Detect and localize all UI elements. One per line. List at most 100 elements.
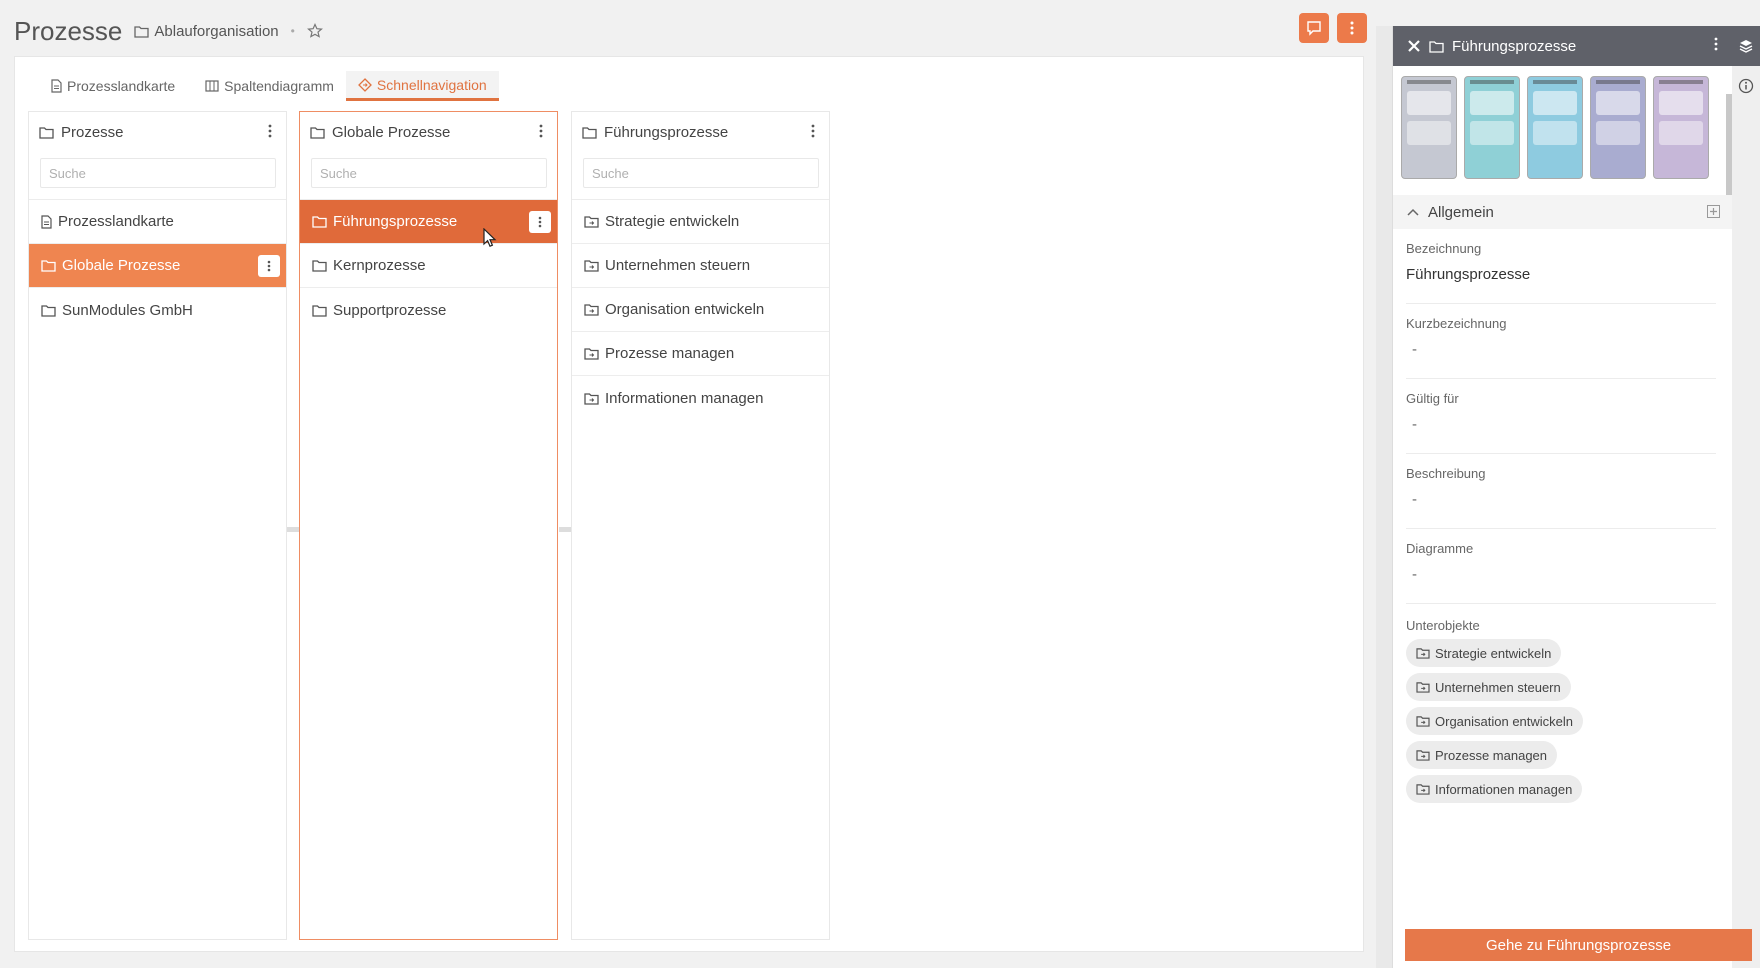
kebab-icon bbox=[267, 260, 271, 272]
chevron-up-icon bbox=[1407, 208, 1419, 216]
kebab-icon bbox=[538, 216, 542, 228]
list-item[interactable]: Prozesslandkarte bbox=[29, 200, 286, 244]
folder-icon bbox=[134, 25, 150, 38]
item-label: SunModules GmbH bbox=[62, 301, 193, 319]
process-folder-icon bbox=[584, 259, 599, 272]
subobject-chip[interactable]: Strategie entwickeln bbox=[1406, 639, 1562, 667]
column-title: Führungsprozesse bbox=[604, 123, 729, 141]
kebab-icon bbox=[1350, 21, 1354, 35]
list-item[interactable]: Prozesse managen bbox=[572, 332, 829, 376]
tab-label: Prozesslandkarte bbox=[67, 78, 176, 94]
kebab-icon[interactable] bbox=[1714, 37, 1718, 51]
tab-label: Spaltendiagramm bbox=[224, 78, 334, 94]
comment-icon bbox=[1306, 20, 1322, 36]
subobjects-list: Strategie entwickeln Unternehmen steuern… bbox=[1406, 639, 1732, 809]
field-label: Diagramme bbox=[1406, 541, 1474, 556]
item-menu-button[interactable] bbox=[258, 255, 280, 277]
field-bezeichnung: Bezeichnung Führungsprozesse bbox=[1406, 229, 1716, 304]
column-fuehrungsprozesse: Führungsprozesse Strategie entwickeln Un… bbox=[571, 111, 830, 940]
field-gueltig-fuer: Gültig für - bbox=[1406, 379, 1716, 454]
subobject-chip[interactable]: Organisation entwickeln bbox=[1406, 707, 1584, 735]
item-label: Unternehmen steuern bbox=[605, 257, 751, 274]
tab-spaltendiagramm[interactable]: Spaltendiagramm bbox=[187, 71, 346, 101]
diagram-thumbnail[interactable] bbox=[1653, 76, 1709, 179]
kebab-icon[interactable] bbox=[268, 124, 272, 138]
field-label: Kurzbezeichnung bbox=[1406, 316, 1507, 331]
document-icon bbox=[51, 79, 62, 93]
process-folder-icon bbox=[1416, 647, 1430, 659]
diamond-icon bbox=[357, 77, 372, 92]
diagram-thumbnail[interactable] bbox=[1401, 76, 1457, 179]
item-list: Führungsprozesse Kernprozesse Supportpro… bbox=[300, 199, 557, 332]
more-button[interactable] bbox=[1337, 13, 1367, 43]
field-label: Bezeichnung bbox=[1406, 241, 1482, 256]
column-title: Prozesse bbox=[61, 123, 124, 141]
list-item[interactable]: Unternehmen steuern bbox=[572, 244, 829, 288]
process-folder-icon bbox=[584, 303, 599, 316]
kebab-icon[interactable] bbox=[811, 124, 815, 138]
search-input[interactable] bbox=[583, 158, 819, 188]
search-input[interactable] bbox=[311, 158, 547, 188]
chip-label: Informationen managen bbox=[1435, 781, 1573, 797]
folder-icon bbox=[41, 304, 56, 317]
add-icon[interactable] bbox=[1707, 205, 1720, 218]
column-prozesse: Prozesse Prozesslandkarte Globale Prozes… bbox=[28, 111, 287, 940]
column-splitter[interactable] bbox=[559, 527, 571, 532]
field-value: Führungsprozesse bbox=[1406, 266, 1531, 283]
field-kurzbezeichnung: Kurzbezeichnung - bbox=[1406, 304, 1716, 379]
column-splitter[interactable] bbox=[287, 527, 299, 532]
section-allgemein[interactable]: Allgemein bbox=[1393, 195, 1732, 229]
field-label: Beschreibung bbox=[1406, 466, 1486, 481]
list-item[interactable]: Supportprozesse bbox=[300, 288, 557, 332]
field-diagramme: Diagramme - bbox=[1406, 529, 1716, 604]
item-label: Strategie entwickeln bbox=[605, 213, 740, 230]
page-title: Prozesse bbox=[14, 15, 123, 46]
list-item-selected[interactable]: Globale Prozesse bbox=[29, 244, 286, 288]
item-label: Kernprozesse bbox=[333, 257, 426, 274]
column-globale-prozesse: Globale Prozesse Führungsprozesse Kernpr… bbox=[299, 111, 558, 940]
goto-button[interactable]: Gehe zu Führungsprozesse bbox=[1405, 929, 1752, 961]
column-header: Prozesse bbox=[29, 112, 286, 152]
item-menu-button[interactable] bbox=[529, 211, 551, 233]
document-icon bbox=[41, 214, 52, 229]
list-item[interactable]: Organisation entwickeln bbox=[572, 288, 829, 332]
comment-button[interactable] bbox=[1299, 13, 1329, 43]
item-list: Prozesslandkarte Globale Prozesse SunMod… bbox=[29, 199, 286, 332]
folder-icon bbox=[312, 259, 327, 272]
process-folder-icon bbox=[584, 347, 599, 360]
info-icon[interactable] bbox=[1738, 78, 1754, 94]
panel-header: Führungsprozesse bbox=[1393, 26, 1732, 66]
process-folder-icon bbox=[1416, 783, 1430, 795]
search-input[interactable] bbox=[40, 158, 276, 188]
field-value: - bbox=[1412, 416, 1417, 433]
layers-icon bbox=[1738, 38, 1754, 54]
kebab-icon[interactable] bbox=[539, 124, 543, 138]
process-folder-icon bbox=[1416, 749, 1430, 761]
process-folder-icon bbox=[1416, 715, 1430, 727]
page-header: Prozesse Ablauforganisation • bbox=[14, 14, 323, 48]
list-item-selected[interactable]: Führungsprozesse bbox=[300, 200, 557, 244]
diagram-thumbnail[interactable] bbox=[1527, 76, 1583, 179]
tab-schnellnavigation[interactable]: Schnellnavigation bbox=[345, 71, 499, 101]
list-item[interactable]: Strategie entwickeln bbox=[572, 200, 829, 244]
subobject-chip[interactable]: Prozesse managen bbox=[1406, 741, 1558, 769]
field-beschreibung: Beschreibung - bbox=[1406, 454, 1716, 529]
tab-prozesslandkarte[interactable]: Prozesslandkarte bbox=[35, 71, 187, 101]
chip-label: Unternehmen steuern bbox=[1435, 679, 1561, 695]
subobjects-label: Unterobjekte bbox=[1406, 618, 1480, 633]
breadcrumb[interactable]: Ablauforganisation bbox=[134, 23, 279, 40]
column-header: Globale Prozesse bbox=[300, 112, 557, 152]
subobject-chip[interactable]: Unternehmen steuern bbox=[1406, 673, 1571, 701]
close-icon[interactable] bbox=[1407, 39, 1421, 53]
diagram-thumbnails bbox=[1393, 66, 1732, 179]
list-item[interactable]: Kernprozesse bbox=[300, 244, 557, 288]
star-icon[interactable] bbox=[306, 23, 323, 39]
list-item[interactable]: SunModules GmbH bbox=[29, 288, 286, 332]
subobject-chip[interactable]: Informationen managen bbox=[1406, 775, 1583, 803]
panel-sidebar bbox=[1732, 26, 1760, 968]
diagram-thumbnail[interactable] bbox=[1590, 76, 1646, 179]
layers-button[interactable] bbox=[1732, 26, 1760, 66]
diagram-thumbnail[interactable] bbox=[1464, 76, 1520, 179]
folder-icon bbox=[39, 126, 54, 139]
list-item[interactable]: Informationen managen bbox=[572, 376, 829, 420]
